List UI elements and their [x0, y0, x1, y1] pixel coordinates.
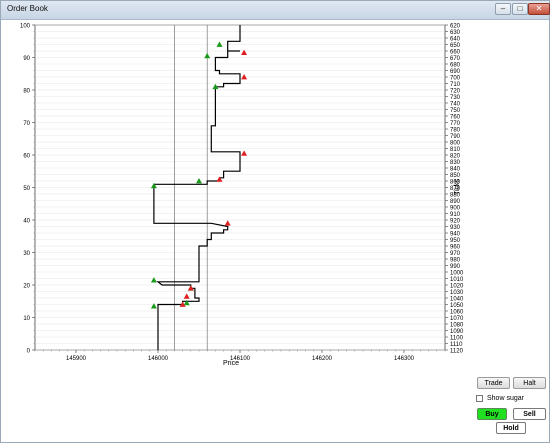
checkbox-box[interactable] [476, 395, 483, 402]
title-bar: Order Book – □ ✕ [1, 1, 550, 20]
right-tick-label: 1100 [450, 335, 464, 341]
trade-button[interactable]: Trade [477, 377, 510, 389]
right-tick-label: 630 [450, 30, 461, 36]
right-tick-label: 1040 [450, 296, 464, 302]
left-tick-label: 30 [23, 251, 30, 257]
x-tick-label: 146200 [312, 356, 333, 362]
sell-button[interactable]: Sell [513, 408, 546, 420]
right-tick-label: 930 [450, 225, 461, 231]
left-tick-label: 80 [23, 88, 30, 94]
x-axis-label: Price [223, 360, 239, 367]
right-tick-label: 660 [450, 49, 461, 55]
right-tick-label: 1050 [450, 303, 464, 309]
right-tick-label: 800 [450, 140, 461, 146]
x-tick-label: 146300 [394, 356, 415, 362]
maximize-icon[interactable]: □ [512, 3, 528, 15]
right-tick-label: 690 [450, 69, 461, 75]
right-tick-label: 980 [450, 257, 461, 263]
right-tick-label: 900 [450, 205, 461, 211]
left-axis: 0 10 20 30 40 50 60 70 80 90 100 [20, 23, 35, 354]
show-sugar-label: Show sugar [487, 395, 524, 402]
left-tick-label: 40 [23, 218, 30, 224]
right-tick-label: 1110 [450, 342, 463, 348]
right-axis-label: Ticks [454, 178, 461, 195]
right-tick-label: 790 [450, 134, 461, 140]
right-tick-label: 730 [450, 95, 461, 101]
window-title: Order Book [7, 4, 48, 13]
left-tick-label: 50 [23, 186, 30, 192]
left-tick-label: 20 [23, 283, 30, 289]
right-tick-label: 1070 [450, 316, 464, 322]
right-tick-label: 890 [450, 199, 461, 205]
right-tick-label: 650 [450, 43, 461, 49]
right-tick-label: 850 [450, 173, 461, 179]
show-sugar-checkbox[interactable]: Show sugar [476, 395, 524, 402]
right-tick-label: 1090 [450, 329, 464, 335]
hold-button[interactable]: Hold [496, 422, 526, 434]
x-tick-label: 146000 [148, 356, 169, 362]
left-tick-label: 0 [27, 348, 31, 354]
right-tick-label: 770 [450, 121, 461, 127]
right-tick-label: 710 [450, 82, 461, 88]
right-tick-label: 1020 [450, 283, 464, 289]
right-tick-label: 1120 [450, 348, 464, 354]
left-tick-label: 60 [23, 153, 30, 159]
left-tick-label: 100 [20, 23, 31, 29]
right-tick-label: 910 [450, 212, 461, 218]
right-tick-label: 1010 [450, 277, 464, 283]
right-tick-label: 920 [450, 218, 461, 224]
right-tick-label: 830 [450, 160, 461, 166]
x-axis: 145900 146000 146100 146200 146300 [34, 350, 446, 362]
right-tick-label: 680 [450, 62, 461, 68]
left-tick-label: 90 [23, 56, 30, 62]
right-tick-label: 810 [450, 147, 461, 153]
minimize-icon[interactable]: – [495, 3, 511, 15]
right-tick-label: 1000 [450, 270, 464, 276]
right-tick-label: 620 [450, 23, 461, 29]
right-tick-label: 840 [450, 166, 461, 172]
right-tick-label: 760 [450, 114, 461, 120]
right-tick-label: 970 [450, 251, 461, 257]
right-tick-label: 780 [450, 127, 461, 133]
left-tick-label: 10 [23, 316, 30, 322]
right-tick-label: 1030 [450, 290, 464, 296]
left-tick-label: 70 [23, 121, 30, 127]
order-book-chart: 0102030405060708090100 62063064065066067… [20, 23, 464, 367]
client-area: 0 10 20 30 40 50 60 70 80 90 100 620 630 640 650 660 67… [1, 20, 549, 442]
right-tick-label: 750 [450, 108, 461, 114]
right-tick-label: 990 [450, 264, 461, 270]
halt-button[interactable]: Halt [513, 377, 546, 389]
x-tick-label: 145900 [66, 356, 87, 362]
right-tick-label: 640 [450, 36, 461, 42]
right-tick-label: 700 [450, 75, 461, 81]
right-tick-label: 740 [450, 101, 461, 107]
close-icon[interactable]: ✕ [528, 3, 550, 15]
right-tick-label: 720 [450, 88, 461, 94]
buy-button[interactable]: Buy [477, 408, 507, 420]
right-tick-label: 670 [450, 56, 461, 62]
right-tick-label: 1060 [450, 309, 464, 315]
right-tick-label: 820 [450, 153, 461, 159]
right-tick-label: 950 [450, 238, 461, 244]
order-book-window: Order Book – □ ✕ 0 10 20 30 40 50 60 70 80 90 100 … [0, 0, 550, 443]
right-tick-label: 940 [450, 231, 461, 237]
right-tick-label: 960 [450, 244, 461, 250]
right-tick-label: 1080 [450, 322, 464, 328]
